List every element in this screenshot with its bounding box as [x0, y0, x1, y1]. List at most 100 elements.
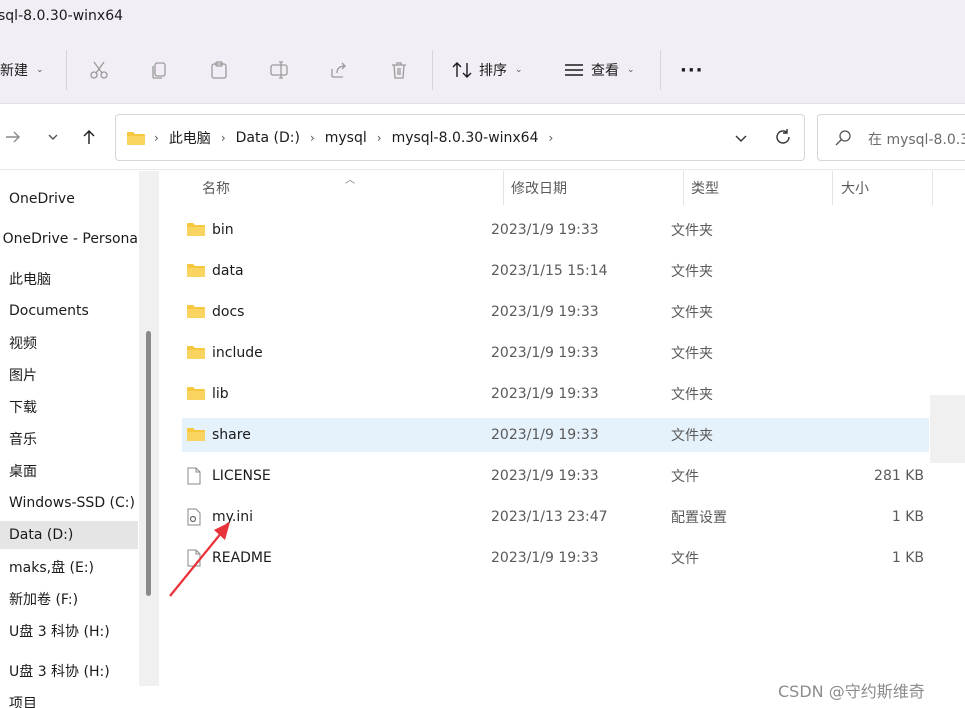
recent-locations-button[interactable]: [40, 124, 66, 150]
arrow-right-icon: [6, 131, 20, 143]
column-divider[interactable]: [503, 171, 504, 205]
folder-icon: [186, 426, 206, 446]
breadcrumb-mysql-version[interactable]: mysql-8.0.30-winx64: [386, 130, 545, 146]
scissors-icon: [90, 61, 108, 79]
folder-icon: [186, 221, 206, 241]
sidebar-item-label: 视频: [9, 336, 37, 352]
file-name: README: [212, 550, 272, 566]
rename-icon: [270, 61, 288, 79]
sidebar-item[interactable]: 桌面: [0, 457, 138, 485]
copy-button[interactable]: [145, 56, 173, 84]
file-date: 2023/1/13 23:47: [491, 509, 608, 525]
file-row[interactable]: lib 2023/1/9 19:33 文件夹: [182, 377, 929, 411]
copy-icon: [152, 62, 166, 79]
drive-icon: [0, 496, 9, 510]
music-icon: [0, 432, 9, 446]
file-size: 1 KB: [891, 509, 924, 525]
chevron-down-icon: [735, 135, 747, 142]
file-row[interactable]: README 2023/1/9 19:33 文件 1 KB: [182, 541, 929, 575]
sidebar-item[interactable]: maks,盘 (E:): [0, 553, 138, 581]
folder-icon: [186, 303, 206, 323]
delete-button[interactable]: [385, 56, 413, 84]
sidebar-item-label: 桌面: [9, 464, 37, 480]
sidebar-item[interactable]: Documents: [0, 297, 138, 325]
chevron-down-icon: [48, 134, 58, 140]
column-divider[interactable]: [832, 171, 833, 205]
folder-icon: [186, 262, 206, 282]
breadcrumb: › 此电脑 › Data (D:) › mysql › mysql-8.0.30…: [126, 115, 557, 160]
refresh-button[interactable]: [772, 126, 794, 148]
sidebar-item[interactable]: OneDrive: [0, 185, 138, 213]
forward-button[interactable]: [0, 124, 26, 150]
sidebar-item[interactable]: 此电脑: [0, 265, 138, 293]
paste-button[interactable]: [205, 56, 233, 84]
navigation-pane: OneDrive OneDrive - Persona 此电脑 Documents 视频…: [0, 171, 160, 708]
column-header-type[interactable]: 类型: [691, 171, 719, 205]
sidebar-item-label: 新加卷 (F:): [9, 592, 79, 608]
file-row[interactable]: data 2023/1/15 15:14 文件夹: [182, 254, 929, 288]
file-name: share: [212, 427, 251, 443]
sidebar-item[interactable]: 音乐: [0, 425, 138, 453]
column-divider[interactable]: [683, 171, 684, 205]
file-row[interactable]: share 2023/1/9 19:33 文件夹: [182, 418, 929, 452]
list-view-icon: [565, 64, 583, 76]
breadcrumb-mysql[interactable]: mysql: [319, 130, 373, 146]
column-divider[interactable]: [932, 171, 933, 205]
file-list: 名称 ︿ 修改日期 类型 大小 bin 2023/1/9 19:33 文件夹 data…: [162, 171, 965, 708]
sort-label: 排序: [479, 63, 507, 79]
search-box[interactable]: 在 mysql-8.0.3: [817, 114, 965, 161]
sidebar-item[interactable]: Data (D:): [0, 521, 138, 549]
file-type: 文件夹: [671, 264, 713, 280]
column-header-size[interactable]: 大小: [841, 171, 869, 205]
sidebar-item[interactable]: Windows-SSD (C:): [0, 489, 138, 517]
address-history-button[interactable]: [730, 127, 752, 149]
file-icon: [186, 467, 202, 489]
share-button[interactable]: [325, 56, 353, 84]
more-button[interactable]: ···: [680, 36, 704, 104]
new-button[interactable]: 新建 ⌄: [0, 36, 44, 104]
file-date: 2023/1/9 19:33: [491, 427, 599, 443]
rename-button[interactable]: [265, 56, 293, 84]
sidebar-item-label: 音乐: [9, 432, 37, 448]
file-row[interactable]: docs 2023/1/9 19:33 文件夹: [182, 295, 929, 329]
file-type: 文件夹: [671, 428, 713, 444]
sidebar-item[interactable]: 项目: [0, 689, 138, 708]
clipboard-icon: [211, 61, 227, 79]
sidebar-item[interactable]: 视频: [0, 329, 138, 357]
sidebar-item[interactable]: 图片: [0, 361, 138, 389]
sidebar-item[interactable]: U盘 3 科协 (H:): [0, 617, 138, 645]
sidebar-item-label: maks,盘 (E:): [9, 560, 95, 576]
up-button[interactable]: [76, 124, 102, 150]
search-placeholder: 在 mysql-8.0.3: [868, 132, 965, 148]
file-name: docs: [212, 304, 245, 320]
usb-icon: [0, 664, 9, 678]
sidebar-scrollbar-thumb[interactable]: [146, 331, 151, 596]
sort-button[interactable]: 排序 ⌄: [451, 36, 523, 104]
usb-icon: [0, 624, 9, 638]
cloud-icon: [0, 192, 9, 206]
breadcrumb-this-pc[interactable]: 此电脑: [163, 128, 217, 148]
sidebar-item[interactable]: 下载: [0, 393, 138, 421]
cut-button[interactable]: [85, 56, 113, 84]
sidebar-item[interactable]: 新加卷 (F:): [0, 585, 138, 613]
sidebar-item[interactable]: U盘 3 科协 (H:): [0, 657, 138, 685]
address-bar[interactable]: › 此电脑 › Data (D:) › mysql › mysql-8.0.30…: [115, 114, 805, 161]
folder-icon: [0, 696, 9, 708]
file-type: 文件夹: [671, 223, 713, 239]
file-row[interactable]: bin 2023/1/9 19:33 文件夹: [182, 213, 929, 247]
column-header-name[interactable]: 名称: [202, 171, 230, 205]
file-name: LICENSE: [212, 468, 271, 484]
column-header-date[interactable]: 修改日期: [511, 171, 567, 205]
toolbar-divider: [66, 50, 67, 90]
view-button[interactable]: 查看 ⌄: [563, 36, 635, 104]
file-date: 2023/1/9 19:33: [491, 304, 599, 320]
sidebar-item-label: Documents: [9, 303, 89, 319]
file-row[interactable]: LICENSE 2023/1/9 19:33 文件 281 KB: [182, 459, 929, 493]
folder-icon: [127, 131, 145, 145]
file-row[interactable]: include 2023/1/9 19:33 文件夹: [182, 336, 929, 370]
breadcrumb-data-drive[interactable]: Data (D:): [230, 130, 306, 146]
file-row[interactable]: my.ini 2023/1/13 23:47 配置设置 1 KB: [182, 500, 929, 534]
share-icon: [331, 62, 346, 78]
picture-icon: [0, 368, 9, 382]
sidebar-item[interactable]: OneDrive - Persona: [0, 225, 138, 253]
